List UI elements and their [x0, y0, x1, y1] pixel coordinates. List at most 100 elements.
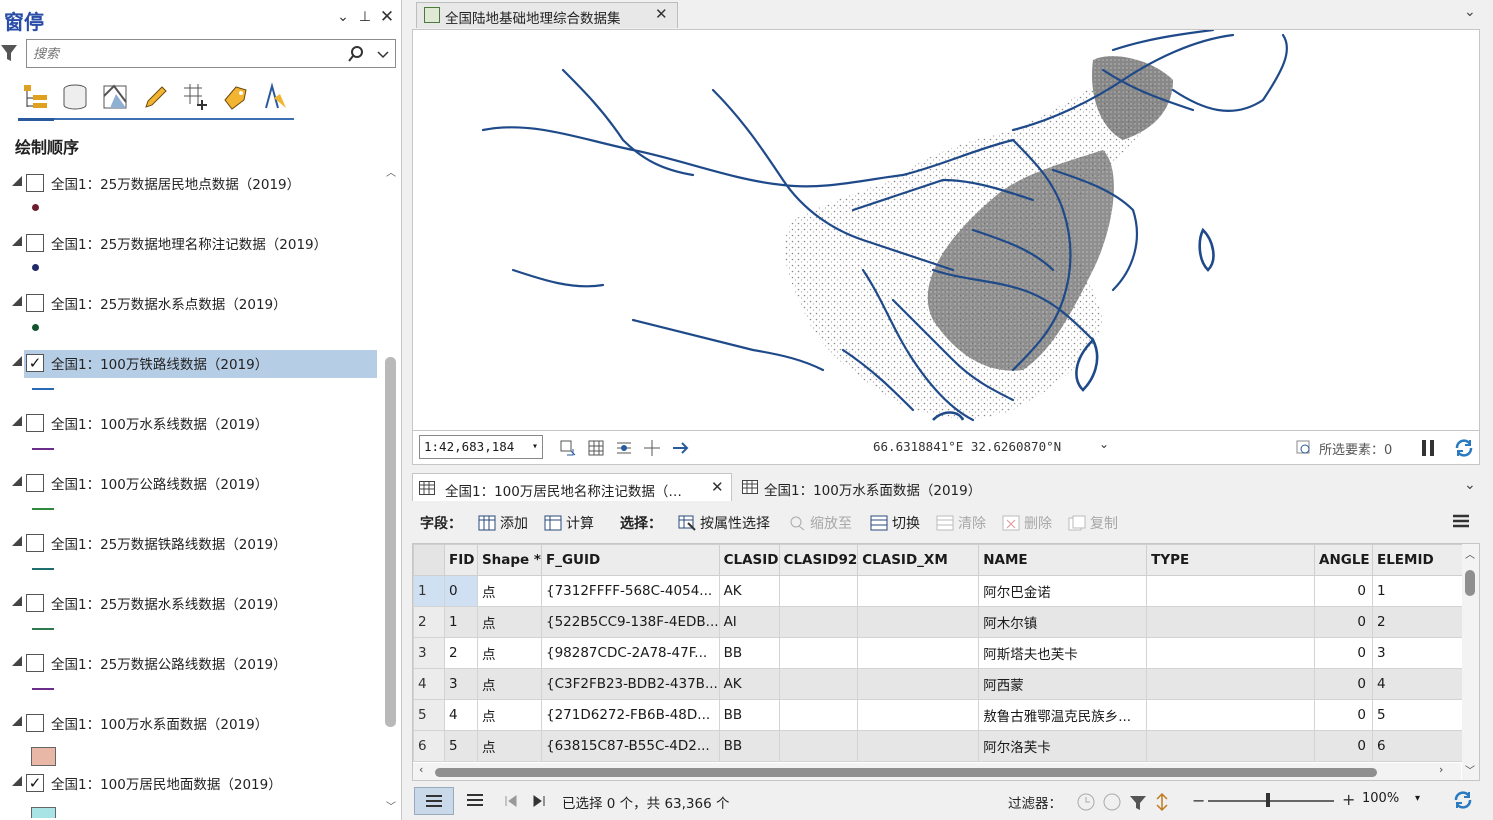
table-cell[interactable]: 0: [1314, 575, 1373, 607]
expand-triangle-icon[interactable]: [12, 236, 22, 246]
map-tab[interactable]: 全国陆地基础地理综合数据集 ✕: [416, 2, 678, 28]
column-header[interactable]: CLASID92: [778, 544, 859, 576]
calculate-field-button[interactable]: 计算: [544, 513, 594, 533]
fixed-zoom-icon[interactable]: [559, 439, 577, 457]
table-cell[interactable]: 5: [413, 699, 445, 731]
table-cell[interactable]: [857, 606, 980, 638]
table-cell[interactable]: [1146, 575, 1315, 607]
table-row[interactable]: 5 4 点 {271D6272-FB6B-48D... BB 敖鲁古雅鄂温克民族乡... 0…: [413, 699, 1479, 731]
search-box[interactable]: [26, 39, 396, 68]
layer-visibility-checkbox[interactable]: [26, 654, 44, 672]
column-header[interactable]: CLASID_XM: [857, 544, 980, 576]
column-header[interactable]: [413, 544, 445, 576]
table-cell[interactable]: [1146, 730, 1315, 762]
table-cell[interactable]: 0: [1314, 699, 1373, 731]
show-selected-records-icon[interactable]: [466, 793, 484, 807]
scroll-down-icon[interactable]: ﹀: [1465, 762, 1475, 777]
first-record-icon[interactable]: [504, 794, 518, 808]
table-cell[interactable]: 阿斯塔夫也芙卡: [978, 637, 1148, 669]
add-field-button[interactable]: 添加: [478, 513, 528, 533]
list-by-drawing-order-icon[interactable]: [18, 80, 52, 114]
delete-selection-button[interactable]: 删除: [1002, 513, 1052, 533]
table-cell[interactable]: {7312FFFF-568C-4054...: [540, 575, 720, 607]
scroll-thumb[interactable]: [435, 768, 1377, 777]
column-header[interactable]: NAME: [978, 544, 1148, 576]
table-cell[interactable]: 3: [413, 637, 445, 669]
sort-icon[interactable]: [1154, 792, 1170, 812]
menu-icon[interactable]: [1452, 513, 1470, 529]
filter-icon[interactable]: [0, 42, 18, 64]
table-cell[interactable]: [1146, 637, 1315, 669]
layer-visibility-checkbox[interactable]: ✓: [26, 774, 44, 792]
table-cell[interactable]: BB: [718, 699, 780, 731]
layer-visibility-checkbox[interactable]: [26, 234, 44, 252]
extent-filter-icon[interactable]: [1128, 792, 1148, 812]
column-header[interactable]: F_GUID: [540, 544, 720, 576]
list-by-labeling-icon[interactable]: [218, 80, 252, 114]
layer-item[interactable]: 全国1：25万数据铁路线数据（2019）: [0, 522, 380, 582]
table-cell[interactable]: 点: [476, 668, 542, 700]
table-cell[interactable]: 0: [1314, 668, 1373, 700]
column-header[interactable]: Shape *: [476, 544, 542, 576]
table-row[interactable]: 2 1 点 {522B5CC9-138F-4EDB... AI 阿木尔镇 0 2: [413, 606, 1479, 638]
pause-icon[interactable]: [1421, 439, 1435, 457]
clear-selection-button[interactable]: 清除: [936, 513, 986, 533]
table-cell[interactable]: [1146, 606, 1315, 638]
table-cell[interactable]: BB: [718, 637, 780, 669]
layer-item[interactable]: 全国1：100万水系线数据（2019）: [0, 402, 380, 462]
column-header[interactable]: CLASID: [718, 544, 780, 576]
list-by-snapping-icon[interactable]: [178, 80, 212, 114]
table-cell[interactable]: 阿木尔镇: [978, 606, 1148, 638]
table-cell[interactable]: [1146, 699, 1315, 731]
expand-triangle-icon[interactable]: [12, 716, 22, 726]
list-by-source-icon[interactable]: [58, 80, 92, 114]
scroll-down-icon[interactable]: ﹀: [386, 798, 396, 813]
pin-icon[interactable]: ⊥: [356, 8, 374, 26]
chevron-down-icon[interactable]: ⌄: [1464, 4, 1476, 20]
column-header[interactable]: TYPE: [1146, 544, 1315, 576]
layer-item[interactable]: 全国1：25万数据水系点数据（2019）: [0, 282, 380, 342]
scroll-thumb[interactable]: [385, 357, 396, 727]
table-cell[interactable]: [778, 606, 859, 638]
layer-item[interactable]: 全国1：25万数据地理名称注记数据（2019）: [0, 222, 380, 282]
table-cell[interactable]: 阿西蒙: [978, 668, 1148, 700]
expand-triangle-icon[interactable]: [12, 356, 22, 366]
chevron-down-icon[interactable]: ▾: [1415, 788, 1420, 810]
table-cell[interactable]: [778, 575, 859, 607]
table-cell[interactable]: 阿尔巴金诺: [978, 575, 1148, 607]
select-by-attribute-button[interactable]: 按属性选择: [678, 513, 770, 533]
grid-icon[interactable]: [587, 439, 605, 457]
layer-item[interactable]: 全国1：100万水系面数据（2019）: [0, 702, 380, 766]
zoom-to-button[interactable]: 缩放至: [788, 513, 852, 533]
table-cell[interactable]: 0: [1314, 606, 1373, 638]
layer-visibility-checkbox[interactable]: [26, 474, 44, 492]
zoom-in-icon[interactable]: +: [1342, 790, 1355, 809]
table-cell[interactable]: AK: [718, 575, 780, 607]
list-by-editing-icon[interactable]: [138, 80, 172, 114]
expand-triangle-icon[interactable]: [12, 296, 22, 306]
zoom-out-icon[interactable]: −: [1192, 791, 1205, 810]
table-cell[interactable]: AK: [718, 668, 780, 700]
chevron-down-icon[interactable]: ▾: [532, 436, 538, 458]
scroll-up-icon[interactable]: ︿: [1465, 546, 1475, 561]
table-cell[interactable]: {522B5CC9-138F-4EDB...: [540, 606, 720, 638]
column-header[interactable]: ANGLE: [1314, 544, 1373, 576]
chevron-down-icon[interactable]: ⌄: [1099, 437, 1109, 451]
table-cell[interactable]: 4: [413, 668, 445, 700]
scale-dropdown[interactable]: 1:42,683,184 ▾: [419, 435, 543, 459]
layer-item[interactable]: 全国1：25万数据居民地点数据（2019）: [0, 162, 380, 222]
table-cell[interactable]: [778, 668, 859, 700]
chevron-down-icon[interactable]: ⌄: [1464, 477, 1476, 493]
table-row[interactable]: 3 2 点 {98287CDC-2A78-47F... BB 阿斯塔夫也芙卡 0 3: [413, 637, 1479, 669]
list-by-perspective-icon[interactable]: [258, 80, 292, 114]
layer-visibility-checkbox[interactable]: [26, 294, 44, 312]
time-filter-icon[interactable]: [1076, 792, 1096, 812]
table-cell[interactable]: 5: [443, 730, 478, 762]
table-cell[interactable]: 2: [443, 637, 478, 669]
table-cell[interactable]: [778, 637, 859, 669]
table-cell[interactable]: 敖鲁古雅鄂温克民族乡...: [978, 699, 1148, 731]
table-cell[interactable]: 点: [476, 699, 542, 731]
chevron-down-icon[interactable]: [375, 45, 391, 63]
zoom-slider[interactable]: [1208, 800, 1334, 802]
table-cell[interactable]: [1146, 668, 1315, 700]
